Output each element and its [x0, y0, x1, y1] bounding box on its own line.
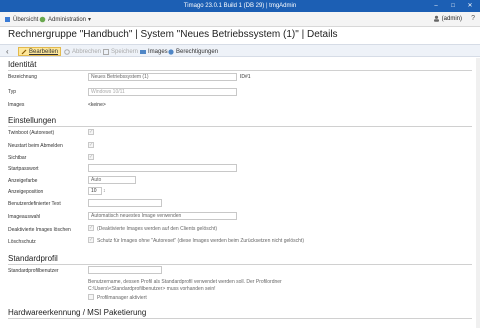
images-button[interactable]: Images: [140, 47, 168, 56]
twinboot-label: Twinboot (Autoreset): [8, 130, 55, 136]
profile-hint-line2: C:\Users\<Standardprofilbenutzer> muss v…: [88, 286, 216, 292]
deactivated-label: Deaktivierte Images löschen: [8, 227, 71, 233]
maximize-icon[interactable]: □: [445, 0, 461, 12]
hardware-heading: Hardwareerkennung / MSI Paketierung: [8, 308, 147, 317]
back-icon[interactable]: ‹: [6, 47, 9, 56]
user-label: (admin): [441, 15, 462, 22]
permissions-button[interactable]: Berechtigungen: [168, 47, 218, 56]
id-text: ID#1: [240, 74, 251, 80]
settings-heading: Einstellungen: [8, 116, 57, 125]
twinboot-checkbox[interactable]: ✓: [88, 129, 94, 135]
divider: [8, 126, 472, 127]
close-icon[interactable]: ✕: [462, 0, 478, 12]
divider: [8, 264, 472, 265]
minimize-icon[interactable]: –: [428, 0, 444, 12]
startpass-field[interactable]: [88, 164, 237, 172]
profile-user-field[interactable]: [88, 266, 162, 274]
save-icon: [103, 48, 109, 55]
images-value: <keine>: [88, 102, 106, 108]
protect-checkbox[interactable]: ✓: [88, 237, 94, 243]
toolbar: ‹ Bearbeiten Abbrechen Speichern Images …: [0, 44, 480, 57]
color-label: Anzeigefarbe: [8, 178, 38, 184]
name-label: Bezeichnung: [8, 74, 37, 80]
save-label: Speichern: [111, 48, 139, 55]
position-label: Anzeigeposition: [8, 189, 44, 195]
window-title: Timago 23.0.1 Build 1 (DB 29) | tmgAdmin: [183, 3, 297, 9]
usertext-field[interactable]: [88, 199, 162, 207]
color-select[interactable]: Auto: [88, 176, 136, 184]
restart-checkbox[interactable]: ✓: [88, 142, 94, 148]
divider: [8, 70, 472, 71]
protect-label: Löschschutz: [8, 239, 36, 245]
user-menu[interactable]: (admin): [433, 15, 462, 22]
home-icon: [5, 17, 10, 22]
administration-icon: [39, 16, 46, 23]
vertical-scrollbar[interactable]: [476, 58, 480, 328]
name-field[interactable]: Neues Betriebssystem (1): [88, 73, 237, 81]
visible-label: Sichtbar: [8, 155, 27, 161]
deactivated-note: (Deaktivierte Images werden auf den Clie…: [97, 226, 218, 232]
overview-label: Übersicht: [13, 16, 39, 23]
imagesel-label: Imageauswahl: [8, 214, 41, 220]
profile-manager-checkbox[interactable]: [88, 294, 94, 300]
edit-button[interactable]: Bearbeiten: [18, 47, 62, 56]
type-label: Typ: [8, 89, 17, 95]
images-label: Images: [148, 48, 168, 55]
cancel-button[interactable]: Abbrechen: [64, 47, 101, 56]
divider: [8, 318, 472, 319]
permissions-label: Berechtigungen: [176, 48, 219, 55]
chevron-down-icon: ▾: [88, 17, 92, 23]
identity-heading: Identität: [8, 60, 37, 69]
protect-note: Schutz für Images ohne "Autoreset" (dies…: [97, 238, 304, 244]
cancel-label: Abbrechen: [72, 48, 102, 55]
usertext-label: Benutzerdefinierter Text: [8, 201, 61, 207]
stepper-arrows-icon[interactable]: ↕: [103, 188, 106, 194]
profile-hint-line1: Benutzername, dessen Profil als Standard…: [88, 279, 282, 285]
menu-bar: Übersicht Administration ▾ (admin) ?: [0, 12, 480, 27]
cancel-icon: [64, 48, 70, 55]
permissions-icon: [168, 48, 174, 55]
profile-heading: Standardprofil: [8, 254, 58, 263]
profile-user-label: Standardprofilbenutzer: [8, 268, 59, 274]
profile-manager-label: Profilmanager aktiviert: [97, 295, 147, 301]
startpass-label: Startpasswort: [8, 166, 39, 172]
edit-label: Bearbeiten: [29, 48, 59, 55]
images-row-label: Images: [8, 102, 25, 108]
deactivated-checkbox[interactable]: ✓: [88, 225, 94, 231]
overview-menu[interactable]: Übersicht: [4, 15, 38, 24]
user-icon: [433, 15, 439, 22]
window-title-bar: Timago 23.0.1 Build 1 (DB 29) | tmgAdmin…: [0, 0, 480, 12]
restart-label: Neustart beim Abmelden: [8, 143, 63, 149]
help-icon[interactable]: ?: [471, 15, 475, 22]
save-button[interactable]: Speichern: [103, 47, 138, 56]
page-title: Rechnergruppe "Handbuch" | System "Neues…: [8, 29, 338, 40]
type-field[interactable]: Windows 10/11: [88, 88, 237, 96]
pencil-icon: [21, 49, 27, 54]
details-form: Identität Bezeichnung Neues Betriebssyst…: [0, 58, 480, 328]
position-stepper[interactable]: 10: [88, 187, 102, 195]
visible-checkbox[interactable]: ✓: [88, 154, 94, 160]
images-icon: [140, 49, 146, 54]
administration-menu[interactable]: Administration ▾: [39, 15, 91, 24]
imagesel-select[interactable]: Automatisch neuestes Image verwenden: [88, 212, 237, 220]
administration-label: Administration: [48, 16, 87, 23]
